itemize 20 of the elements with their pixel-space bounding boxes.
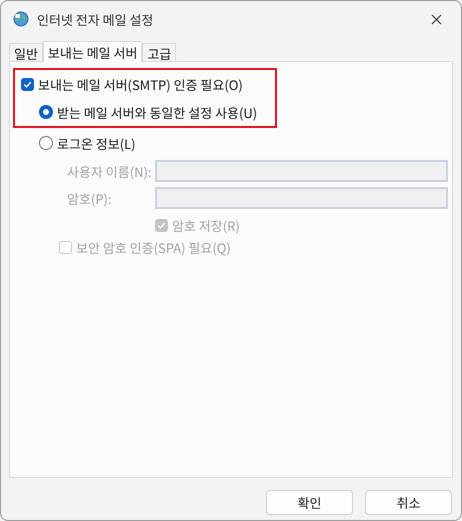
tab[interactable]: 고급: [142, 43, 176, 61]
check-icon: [157, 220, 166, 230]
globe-mail-icon: [13, 11, 29, 27]
radio-button[interactable]: [39, 105, 53, 119]
field-label: 암호(P):: [67, 188, 113, 208]
window-title: 인터넷 전자 메일 설정: [37, 10, 154, 28]
radio-label: 로그온 정보(L): [57, 134, 136, 152]
dialog-button[interactable]: 확인: [266, 490, 353, 515]
radio-label: 받는 메일 서버와 동일한 설정 사용(U): [57, 102, 258, 122]
dialog-button[interactable]: 취소: [365, 490, 452, 515]
checkbox-label: 보안 암호 인증(SPA) 필요(Q): [76, 238, 231, 256]
tab[interactable]: 보내는 메일 서버: [42, 41, 142, 62]
close-icon: [430, 14, 442, 24]
field-label: 사용자 이름(N):: [67, 162, 153, 180]
checkbox-label: 보내는 메일 서버(SMTP) 인증 필요(O): [38, 74, 243, 94]
checkbox[interactable]: [21, 78, 34, 90]
check-icon: [23, 80, 32, 88]
tab[interactable]: 일반: [9, 43, 43, 61]
radio-button[interactable]: [39, 136, 53, 150]
checkbox-label: 암호 저장(R): [172, 216, 240, 234]
